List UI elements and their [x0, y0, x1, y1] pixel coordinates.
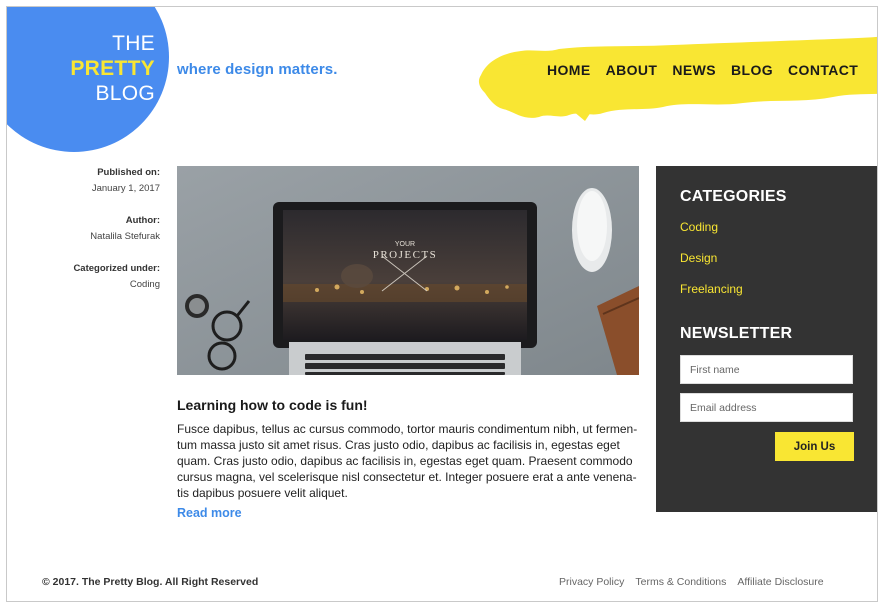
join-us-button[interactable]: Join Us	[775, 432, 854, 461]
meta-published: Published on: January 1, 2017	[67, 167, 160, 194]
email-input[interactable]	[680, 393, 853, 422]
post-excerpt: Fusce dapibus, tellus ac cursus commodo,…	[177, 422, 638, 500]
logo-line-blog: BLOG	[95, 82, 155, 105]
main-nav: HOME ABOUT NEWS BLOG CONTACT	[547, 62, 873, 78]
meta-author: Author: Natalila Stefurak	[67, 215, 160, 242]
published-label: Published on:	[97, 167, 160, 178]
screen-text-projects: PROJECTS	[373, 249, 438, 261]
nav-contact[interactable]: CONTACT	[788, 62, 858, 78]
footer-copyright: © 2017. The Pretty Blog. All Right Reser…	[42, 576, 259, 588]
laptop-desk-illustration: YOUR PROJECTS	[177, 166, 639, 375]
first-name-input[interactable]	[680, 355, 853, 384]
logo-line-pretty: PRETTY	[70, 57, 155, 80]
nav-about[interactable]: ABOUT	[606, 62, 658, 78]
author-label: Author:	[125, 215, 160, 226]
category-link-freelancing[interactable]: Freelancing	[680, 282, 743, 296]
sidebar: CATEGORIES Coding Design Freelancing NEW…	[656, 166, 877, 512]
nav-brush-stroke	[478, 36, 877, 121]
read-more-link[interactable]: Read more	[177, 506, 242, 520]
post-meta: Published on: January 1, 2017 Author: Na…	[67, 167, 160, 311]
category-label: Categorized under:	[73, 263, 160, 274]
footer-link-privacy[interactable]: Privacy Policy	[559, 576, 624, 588]
newsletter-heading: NEWSLETTER	[680, 325, 793, 342]
footer-link-affiliate[interactable]: Affiliate Disclosure	[737, 576, 823, 588]
published-value: January 1, 2017	[91, 183, 160, 194]
screen-text-your: YOUR	[395, 241, 415, 248]
footer-link-terms[interactable]: Terms & Conditions	[635, 576, 726, 588]
author-value: Natalila Stefurak	[90, 231, 160, 242]
category-link-coding[interactable]: Coding	[680, 220, 718, 234]
nav-news[interactable]: NEWS	[672, 62, 716, 78]
logo-line-the: THE	[112, 32, 155, 55]
categories-heading: CATEGORIES	[680, 188, 787, 205]
post-hero-image: YOUR PROJECTS	[177, 166, 639, 375]
post-title[interactable]: Learning how to code is fun!	[177, 397, 368, 413]
page-frame: THE PRETTY BLOG where design matters. HO…	[6, 6, 878, 602]
site-tagline: where design matters.	[177, 61, 338, 78]
nav-home[interactable]: HOME	[547, 62, 591, 78]
nav-blog[interactable]: BLOG	[731, 62, 773, 78]
category-value: Coding	[129, 279, 160, 290]
category-link-design[interactable]: Design	[680, 251, 717, 265]
meta-category: Categorized under: Coding	[67, 263, 160, 290]
site-logo[interactable]: THE PRETTY BLOG	[37, 31, 155, 106]
footer-links: Privacy Policy Terms & Conditions Affili…	[559, 576, 835, 588]
